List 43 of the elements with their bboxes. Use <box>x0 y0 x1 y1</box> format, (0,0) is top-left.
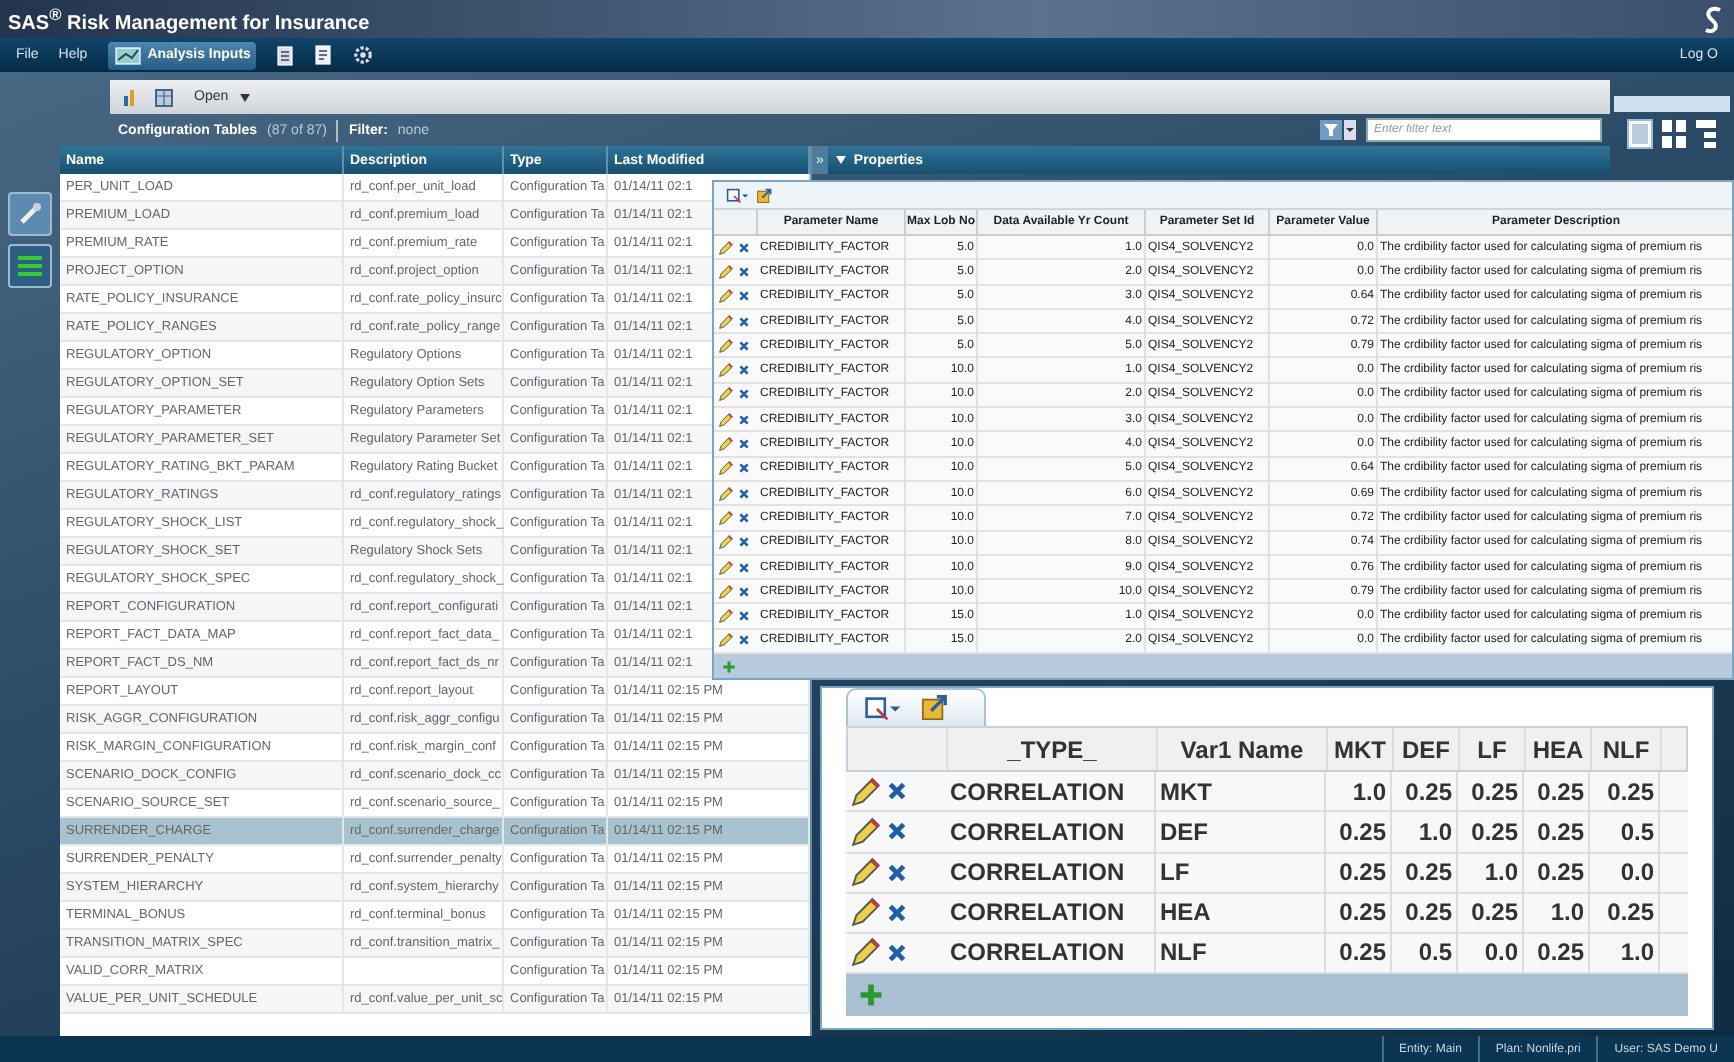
column-header[interactable]: _TYPE_ <box>948 728 1158 771</box>
grid-cell: 1.0 <box>1392 812 1458 852</box>
column-header[interactable]: LF <box>1460 728 1526 771</box>
grid-cell: 0.25 <box>1524 933 1590 972</box>
grid-cell: CORRELATION <box>946 893 1156 932</box>
grid-cell: CORRELATION <box>946 853 1156 892</box>
grid-cell: 0.25 <box>1326 853 1392 892</box>
grid-cell: 0.25 <box>1392 772 1458 811</box>
grid-cell: 1.0 <box>1458 853 1524 892</box>
grid-cell: 1.0 <box>1590 933 1660 972</box>
grid-cell: MKT <box>1156 772 1326 811</box>
grid-cell: 0.25 <box>1392 893 1458 932</box>
grid-cell: 0.25 <box>1326 933 1392 972</box>
grid-cell: 0.5 <box>1590 812 1660 852</box>
grid-cell: 0.25 <box>1392 853 1458 892</box>
grid-cell: CORRELATION <box>946 772 1156 811</box>
grid-cell: 0.0 <box>1458 933 1524 972</box>
grid-cell: 1.0 <box>1326 772 1392 811</box>
grid-cell: 0.5 <box>1392 933 1458 972</box>
grid-cell: 1.0 <box>1524 893 1590 932</box>
grid-cell: 0.25 <box>1458 812 1524 852</box>
column-header[interactable]: NLF <box>1592 728 1662 771</box>
column-header[interactable]: Var1 Name <box>1158 728 1328 771</box>
grid-cell: CORRELATION <box>946 812 1156 852</box>
column-header[interactable]: HEA <box>1526 728 1592 771</box>
grid-cell: 0.25 <box>1524 812 1590 852</box>
grid-cell: 0.25 <box>1590 893 1660 932</box>
grid-cell: CORRELATION <box>946 933 1156 972</box>
grid-cell: 0.25 <box>1458 893 1524 932</box>
grid-cell: 0.25 <box>1326 893 1392 932</box>
window-title: SAS$^{®}$ Risk Management for Insurance <box>8 3 370 35</box>
grid-cell: 0.25 <box>1524 853 1590 892</box>
grid-cell: DEF <box>1156 812 1326 852</box>
grid-cell: NLF <box>1156 933 1326 972</box>
grid-cell: 0.25 <box>1458 772 1524 811</box>
column-header[interactable]: DEF <box>1394 728 1460 771</box>
grid-cell: 0.25 <box>1326 812 1392 852</box>
grid-cell: HEA <box>1156 893 1326 932</box>
grid-cell: 0.0 <box>1590 853 1660 892</box>
grid-cell: LF <box>1156 853 1326 892</box>
grid-cell: 0.25 <box>1590 772 1660 811</box>
grid-cell: 0.25 <box>1524 772 1590 811</box>
column-header[interactable]: MKT <box>1328 728 1394 771</box>
